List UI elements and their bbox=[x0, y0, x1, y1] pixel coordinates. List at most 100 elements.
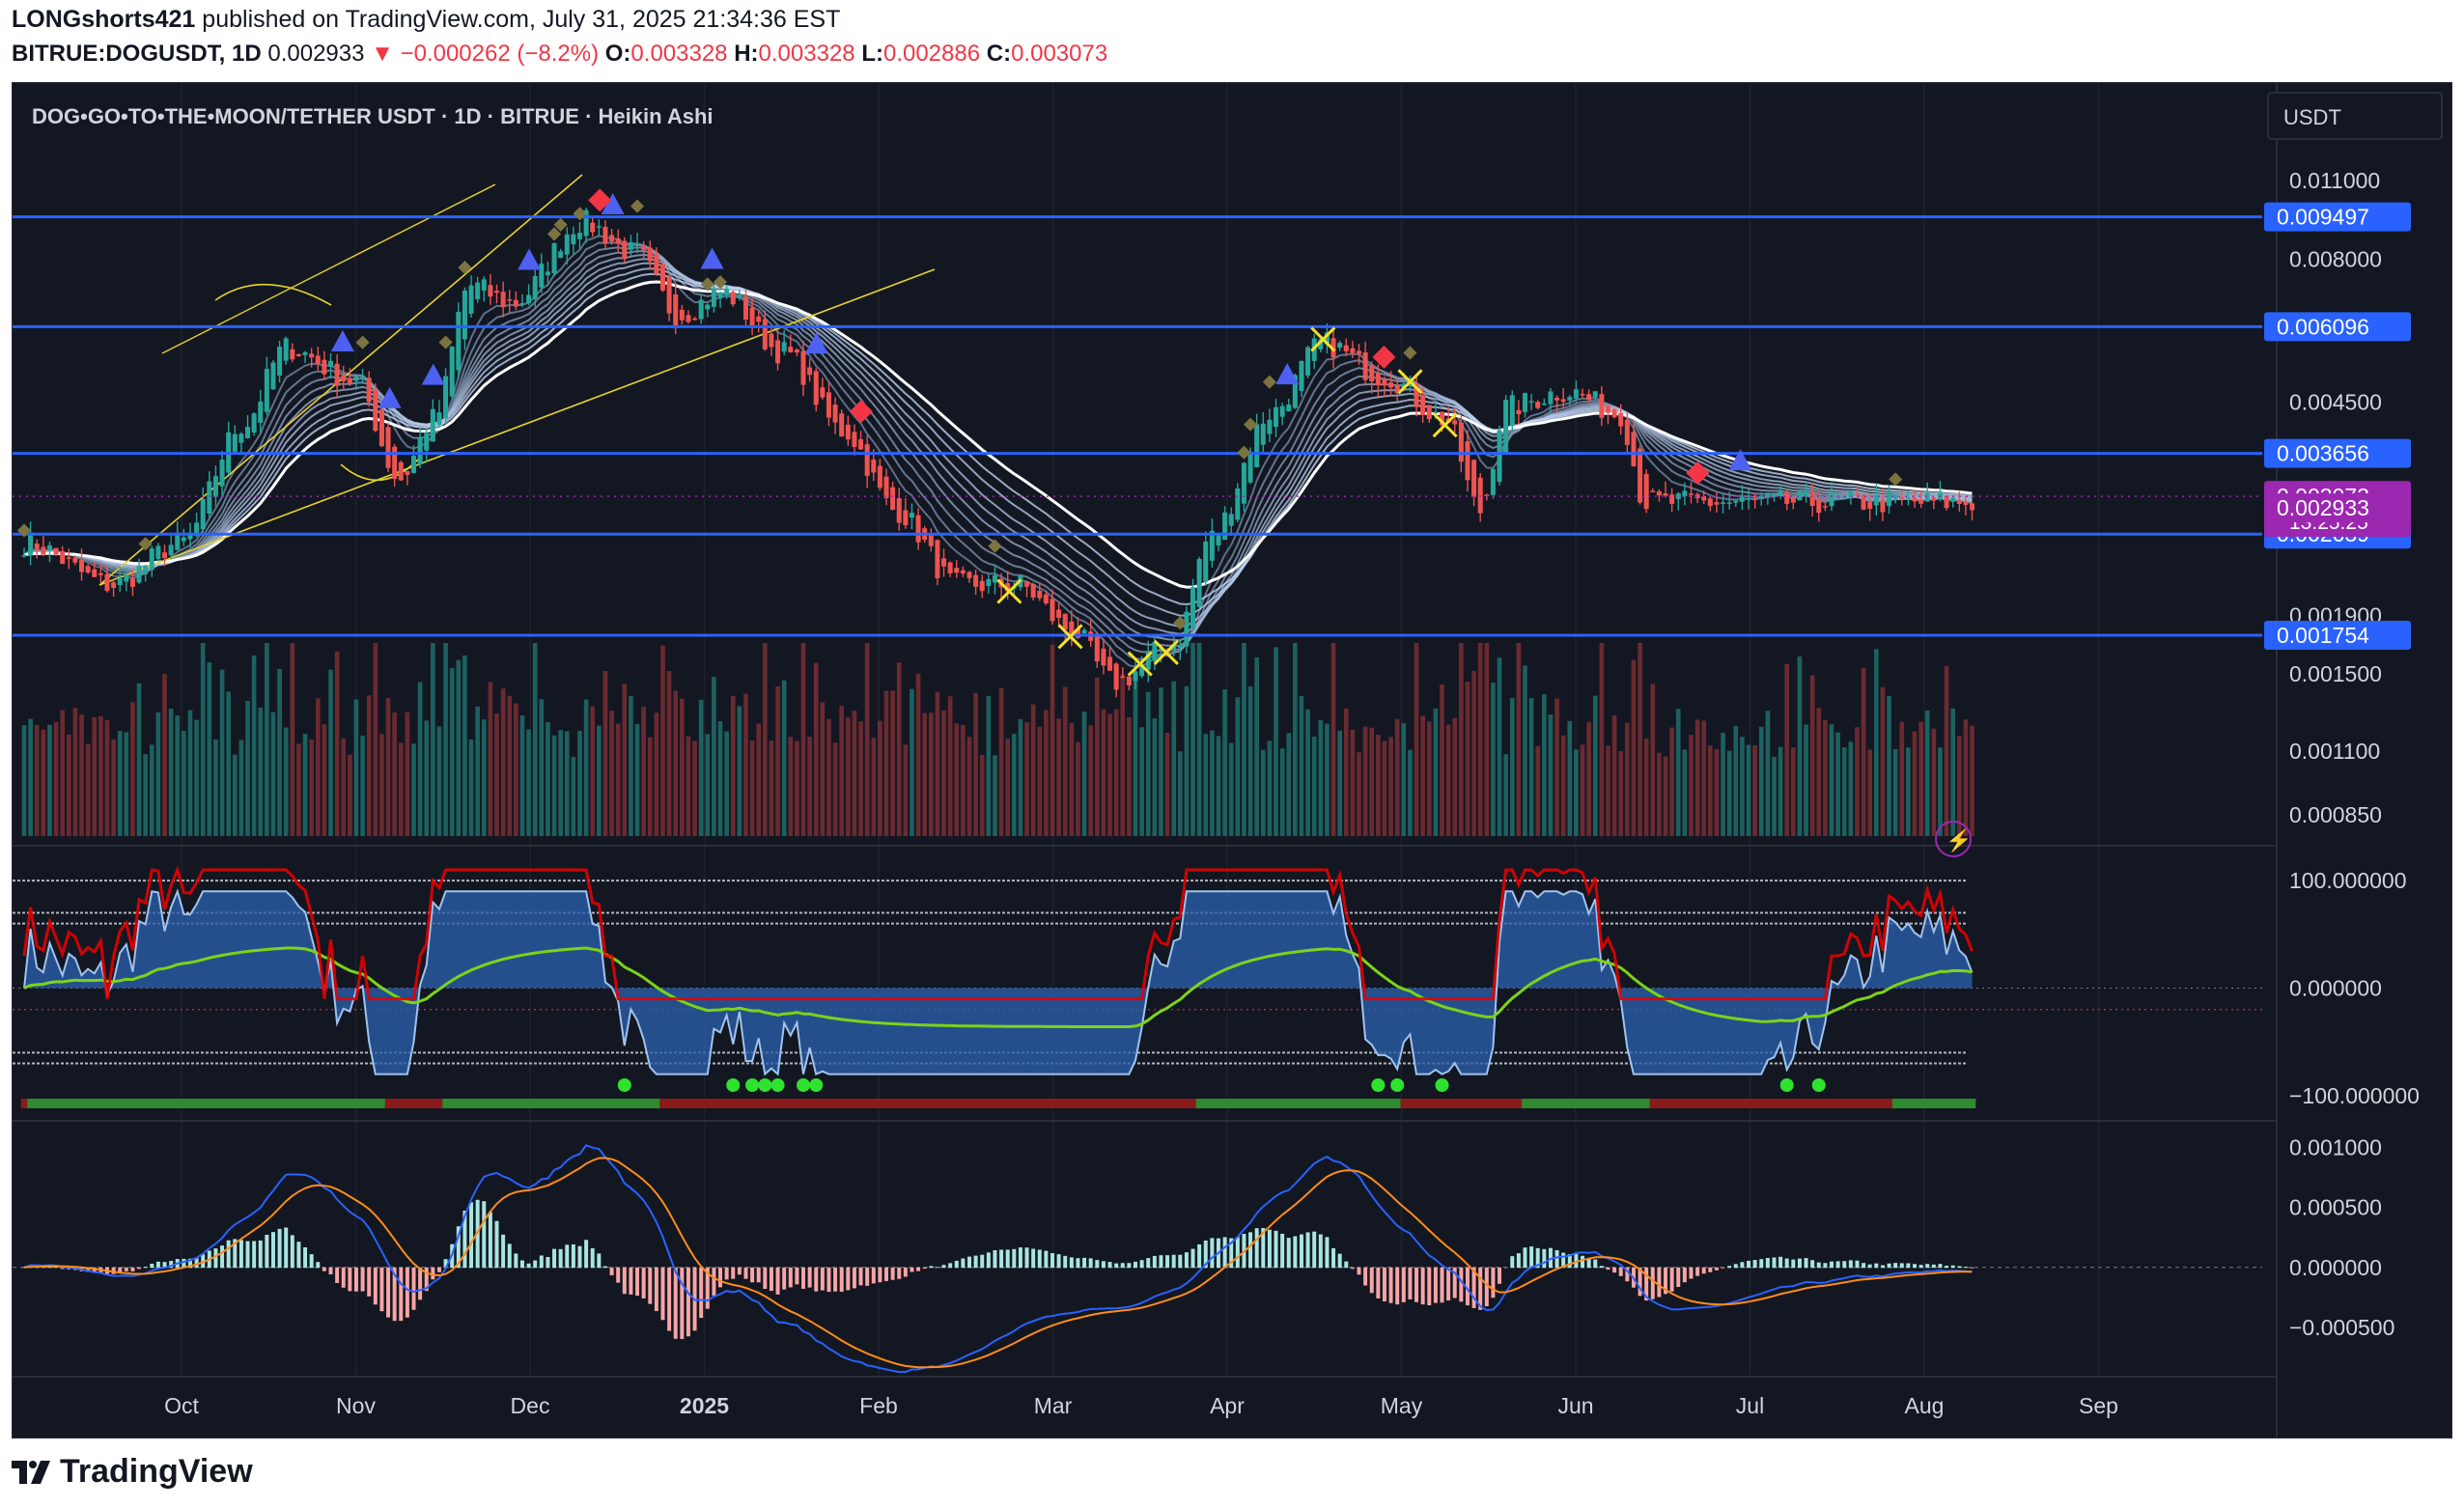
macd-histogram-bar bbox=[284, 1227, 289, 1269]
candle-body bbox=[398, 461, 404, 481]
volume-bar bbox=[28, 718, 33, 836]
osc-status-segment bbox=[1393, 1099, 1402, 1108]
candle-body bbox=[66, 557, 71, 559]
time-axis-label: Aug bbox=[1905, 1393, 1945, 1418]
volume-bar bbox=[1574, 749, 1579, 836]
volume-bar bbox=[155, 712, 161, 836]
macd-histogram-bar bbox=[316, 1262, 321, 1269]
volume-bar bbox=[1625, 722, 1630, 836]
volume-bar bbox=[1433, 708, 1439, 836]
candle-body bbox=[762, 319, 768, 349]
candle-body bbox=[749, 307, 755, 325]
candle-body bbox=[979, 580, 985, 592]
time-axis-label: Dec bbox=[511, 1393, 550, 1418]
macd-histogram-bar bbox=[296, 1242, 301, 1269]
tradingview-footer[interactable]: TradingView bbox=[12, 1453, 253, 1491]
currency-button[interactable]: USDT bbox=[2283, 105, 2341, 129]
macd-histogram-bar bbox=[635, 1267, 640, 1296]
osc-status-segment bbox=[889, 1099, 897, 1108]
osc-status-segment bbox=[545, 1099, 552, 1108]
osc-buy-dot-icon bbox=[1435, 1078, 1449, 1092]
volume-bar bbox=[1657, 752, 1662, 836]
volume-bar bbox=[130, 702, 135, 836]
candle-body bbox=[385, 427, 391, 468]
osc-status-segment bbox=[181, 1099, 188, 1108]
volume-bar bbox=[1950, 708, 1956, 836]
volume-bar bbox=[1523, 665, 1527, 836]
osc-status-segment bbox=[1534, 1099, 1542, 1108]
macd-histogram-bar bbox=[328, 1267, 333, 1275]
chart-canvas[interactable]: Oct Nov Dec 2025 Feb Mar Apr May Jun Jul Aug Sep 0.0… bbox=[13, 83, 2451, 1438]
volume-bar bbox=[602, 670, 608, 836]
osc-buy-dot-icon bbox=[1779, 1078, 1794, 1092]
osc-status-segment bbox=[1790, 1099, 1798, 1108]
osc-status-segment bbox=[430, 1099, 437, 1108]
volume-bar bbox=[213, 739, 218, 836]
volume-bar bbox=[111, 740, 116, 836]
osc-status-segment bbox=[289, 1099, 296, 1108]
candle-body bbox=[1126, 676, 1132, 685]
osc-status-segment bbox=[1221, 1099, 1229, 1108]
volume-bar bbox=[1113, 709, 1119, 836]
volume-bar bbox=[641, 706, 646, 836]
volume-bar bbox=[1120, 674, 1126, 836]
volume-bar bbox=[309, 739, 314, 836]
macd-histogram-bar bbox=[1899, 1263, 1904, 1269]
low-value: 0.002886 bbox=[882, 41, 981, 67]
osc-status-segment bbox=[404, 1099, 411, 1108]
osc-status-segment bbox=[570, 1099, 577, 1108]
macd-histogram-bar bbox=[795, 1267, 799, 1285]
candle-body bbox=[1184, 611, 1190, 647]
macd-histogram-bar bbox=[1427, 1267, 1432, 1306]
osc-status-segment bbox=[71, 1099, 79, 1108]
volume-bar bbox=[1062, 686, 1068, 836]
osc-status-segment bbox=[633, 1099, 641, 1108]
volume-bar bbox=[1164, 732, 1170, 836]
publisher-name[interactable]: LONGshorts421 bbox=[12, 6, 195, 33]
volume-bar bbox=[826, 718, 831, 836]
volume-bar bbox=[1018, 718, 1023, 836]
candle-body bbox=[1107, 656, 1113, 671]
macd-histogram-bar bbox=[1286, 1238, 1291, 1269]
volume-bar bbox=[1855, 727, 1860, 836]
osc-status-segment bbox=[985, 1099, 993, 1108]
osc-status-segment bbox=[1739, 1099, 1747, 1108]
osc-status-segment bbox=[1508, 1099, 1517, 1108]
volume-bar bbox=[737, 706, 742, 836]
volume-bar bbox=[712, 676, 716, 836]
osc-status-segment bbox=[1662, 1099, 1669, 1108]
volume-bar bbox=[348, 754, 352, 836]
volume-bar bbox=[571, 757, 576, 836]
lightning-icon[interactable]: ⚡ bbox=[1946, 828, 1972, 853]
osc-status-segment bbox=[1649, 1099, 1657, 1108]
osc-status-segment bbox=[295, 1099, 303, 1108]
candle-body bbox=[1458, 422, 1464, 462]
volume-bar bbox=[609, 711, 614, 836]
osc-status-segment bbox=[1873, 1099, 1881, 1108]
volume-bar bbox=[1816, 708, 1822, 836]
volume-bar bbox=[979, 754, 985, 836]
osc-status-segment bbox=[1598, 1099, 1606, 1108]
tradingview-logo-icon bbox=[12, 1460, 50, 1484]
osc-status-segment bbox=[1803, 1099, 1810, 1108]
candle-body bbox=[124, 574, 129, 582]
osc-status-segment bbox=[602, 1099, 609, 1108]
osc-status-segment bbox=[1195, 1099, 1203, 1108]
osc-status-segment bbox=[902, 1099, 910, 1108]
macd-histogram-bar bbox=[1918, 1265, 1923, 1269]
candle-body bbox=[1043, 594, 1049, 603]
volume-bar bbox=[1503, 754, 1508, 836]
osc-status-segment bbox=[98, 1099, 105, 1108]
volume-bar bbox=[1721, 733, 1725, 836]
volume-bar bbox=[373, 643, 378, 836]
chart-frame[interactable]: Oct Nov Dec 2025 Feb Mar Apr May Jun Jul Aug Sep 0.0… bbox=[12, 82, 2452, 1438]
osc-status-segment bbox=[895, 1099, 904, 1108]
volume-bar bbox=[1701, 720, 1707, 836]
candle-body bbox=[155, 545, 161, 559]
candle-body bbox=[315, 355, 321, 365]
volume-bar bbox=[1829, 724, 1834, 836]
volume-bar bbox=[1127, 716, 1132, 836]
osc-status-segment bbox=[1476, 1099, 1484, 1108]
macd-histogram-bar bbox=[143, 1267, 148, 1269]
osc-status-segment bbox=[582, 1099, 590, 1108]
